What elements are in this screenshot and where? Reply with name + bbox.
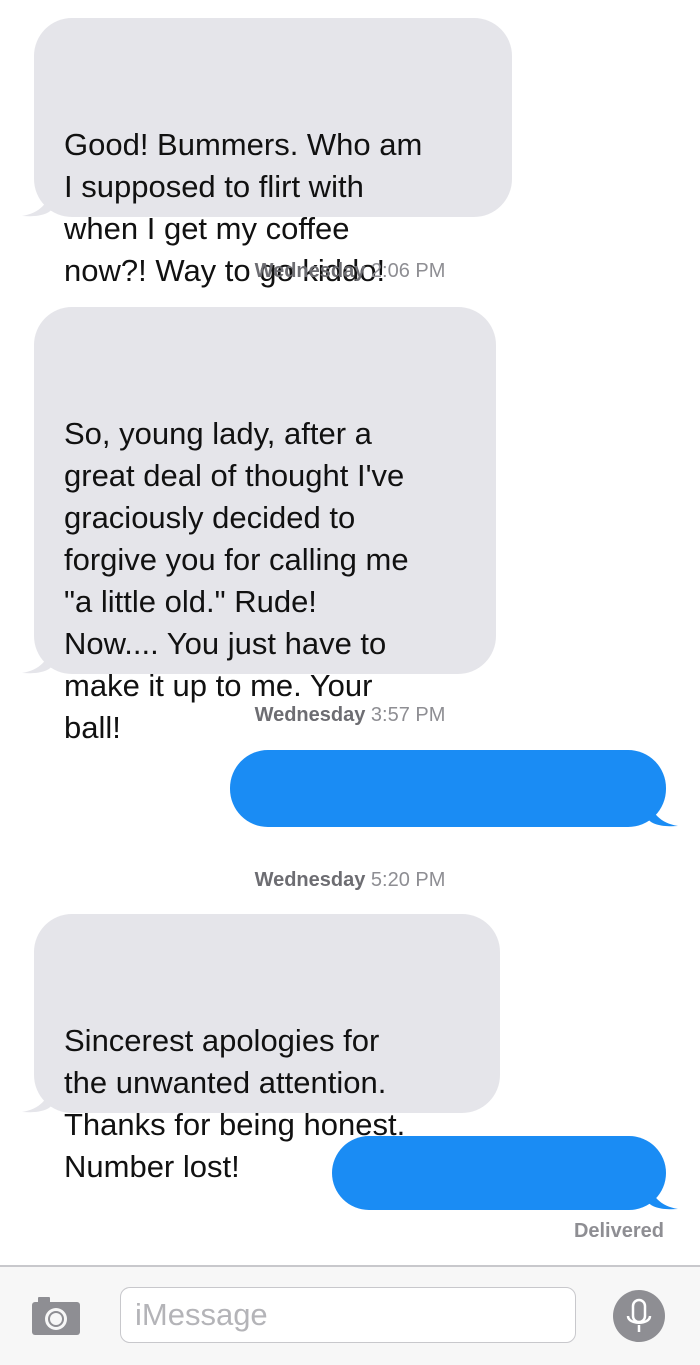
microphone-icon[interactable] — [612, 1289, 666, 1343]
camera-icon[interactable] — [30, 1293, 82, 1337]
timestamp-day: Wednesday — [254, 869, 366, 891]
timestamp-day: Wednesday — [254, 260, 366, 282]
message-bubble-incoming[interactable]: Sincerest apologies for the unwanted att… — [22, 914, 500, 1184]
imessage-input[interactable] — [120, 1287, 576, 1343]
bubble-tail-icon — [648, 799, 678, 827]
timestamp: Wednesday 2:06 PM — [0, 260, 700, 283]
timestamp-time: 5:20 PM — [370, 869, 446, 891]
timestamp: Wednesday 5:20 PM — [0, 869, 700, 892]
message-bubble-incoming[interactable]: Good! Bummers. Who am I supposed to flir… — [22, 18, 512, 288]
message-bubble-outgoing[interactable]: no worries thanks — [332, 1136, 678, 1273]
message-input-bar — [0, 1265, 700, 1365]
conversation-screen: Good! Bummers. Who am I supposed to flir… — [0, 0, 700, 1365]
message-text: So, young lady, after a great deal of th… — [64, 416, 409, 745]
delivered-status: Delivered — [573, 1220, 664, 1242]
timestamp-time: 3:57 PM — [370, 704, 446, 726]
bubble-tail-icon — [648, 1182, 678, 1210]
message-bubble-outgoing[interactable]: I'm really not interested — [230, 750, 678, 889]
timestamp-day: Wednesday — [254, 704, 366, 726]
bubble-tail-icon — [22, 646, 52, 674]
bubble-tail-icon — [22, 189, 52, 217]
timestamp-time: 2:06 PM — [370, 260, 446, 282]
bubble-tail-icon — [22, 1085, 52, 1113]
message-bubble-incoming[interactable]: So, young lady, after a great deal of th… — [22, 307, 496, 745]
timestamp: Wednesday 3:57 PM — [0, 704, 700, 727]
